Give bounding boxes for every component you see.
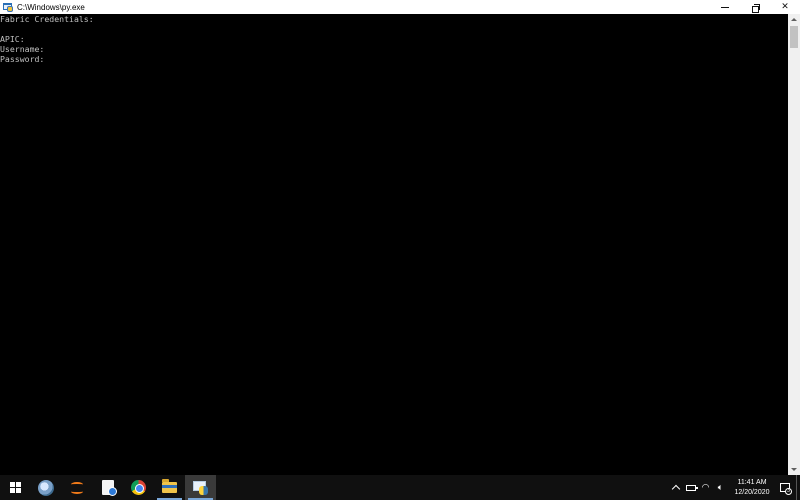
file-explorer-icon (162, 479, 177, 493)
scroll-down-button[interactable] (788, 464, 800, 475)
show-hidden-icons-button[interactable] (668, 475, 683, 500)
taskbar-app-file-explorer[interactable] (154, 475, 185, 500)
console-line: Fabric Credentials: (0, 14, 94, 24)
battery-icon (685, 484, 698, 491)
console-line: Password: (0, 54, 45, 64)
python-window-icon (3, 2, 13, 12)
system-tray: ◠ 🔈︎ 11:41 AM 12/20/2020 3 (668, 475, 800, 500)
chrome-icon (131, 480, 146, 495)
taskbar-app-chrome[interactable] (123, 475, 154, 500)
chevron-up-icon (671, 484, 680, 494)
taskbar-app-stellarium[interactable] (30, 475, 61, 500)
show-desktop-button[interactable] (796, 475, 800, 500)
vertical-scrollbar[interactable] (788, 14, 800, 475)
clock-time: 11:41 AM (737, 478, 767, 486)
taskbar-app-python-console[interactable] (185, 475, 216, 500)
close-button[interactable]: ✕ (770, 0, 800, 14)
wifi-icon: ◠ (701, 482, 710, 493)
stellarium-icon (37, 479, 54, 496)
scroll-up-button[interactable] (788, 14, 800, 25)
console-line: Username: (0, 44, 45, 54)
taskbar: ◠ 🔈︎ 11:41 AM 12/20/2020 3 (0, 475, 800, 500)
window-title: C:\Windows\py.exe (17, 2, 85, 12)
restore-button[interactable] (740, 0, 770, 14)
clock-date: 12/20/2020 (734, 488, 770, 496)
windows-logo-icon (9, 482, 21, 493)
minimize-button[interactable] (710, 0, 740, 14)
console-line: APIC: (0, 34, 25, 44)
minimize-icon (721, 6, 729, 8)
volume-button[interactable]: 🔈︎ (713, 475, 728, 500)
clock[interactable]: 11:41 AM 12/20/2020 (730, 478, 774, 498)
taskbar-app-eclipse[interactable] (61, 475, 92, 500)
window-controls: ✕ (710, 0, 800, 14)
document-icon (101, 480, 117, 496)
taskbar-app-document[interactable] (92, 475, 123, 500)
python-console-icon (193, 480, 208, 495)
battery-button[interactable] (683, 475, 698, 500)
network-button[interactable]: ◠ (698, 475, 713, 500)
close-icon: ✕ (781, 2, 789, 12)
console-output[interactable]: Fabric Credentials: APIC: Username: Pass… (0, 14, 788, 475)
notification-count: 3 (785, 488, 792, 495)
action-center-button[interactable]: 3 (774, 475, 796, 500)
restore-icon (751, 3, 760, 13)
eclipse-icon (70, 480, 84, 496)
speaker-icon: 🔈︎ (717, 482, 724, 493)
window-title-bar[interactable]: C:\Windows\py.exe ✕ (0, 0, 800, 14)
scroll-thumb[interactable] (790, 26, 798, 48)
start-button[interactable] (0, 475, 30, 500)
